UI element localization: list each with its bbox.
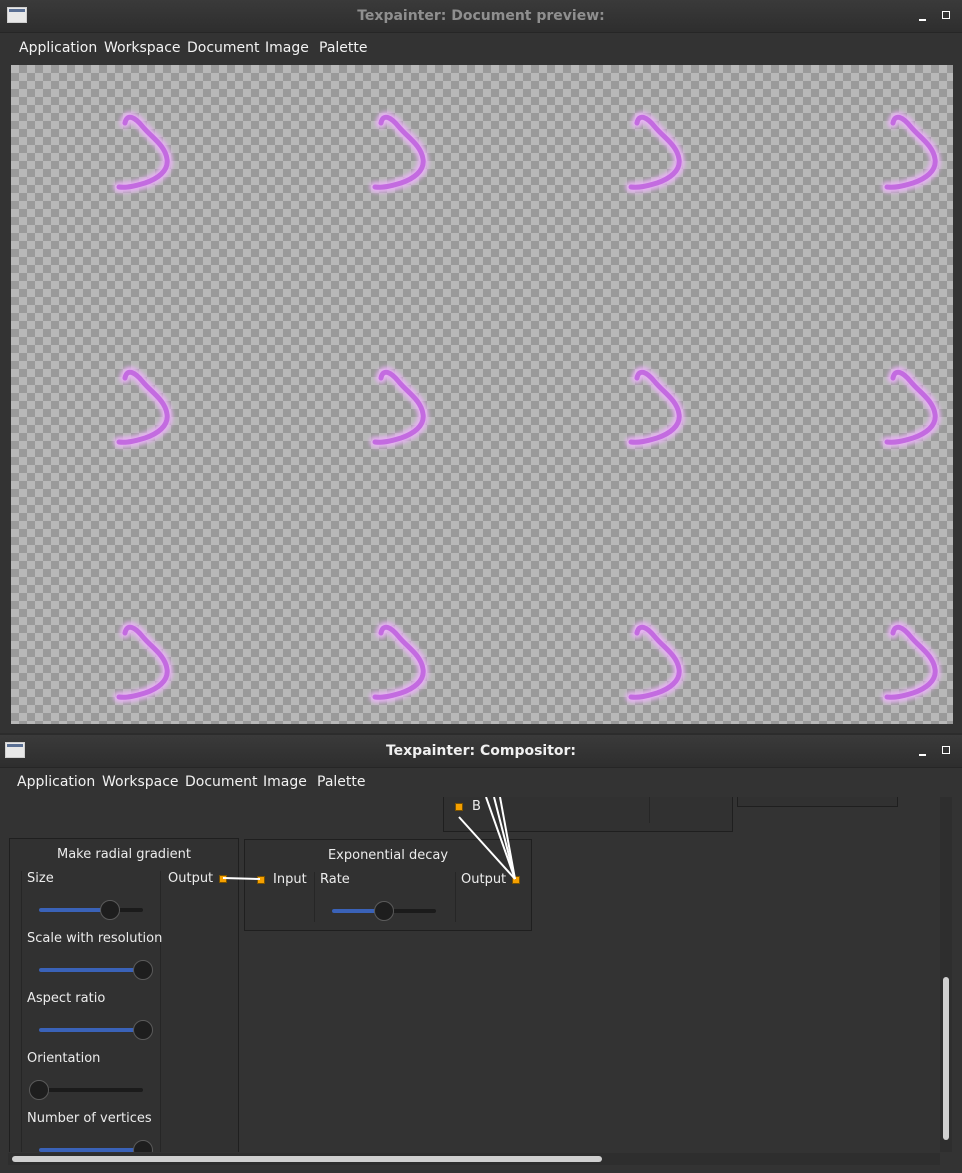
stroke-mark: [631, 627, 679, 697]
stroke-mark: [631, 372, 679, 442]
vertical-scrollbar[interactable]: [940, 797, 952, 1152]
menu-image[interactable]: Image: [263, 767, 307, 797]
menu-application[interactable]: Application: [17, 767, 95, 797]
tiled-texture: [11, 65, 953, 724]
vertical-scroll-thumb[interactable]: [943, 977, 949, 1140]
wire-decay-out: [485, 797, 516, 880]
horizontal-scrollbar[interactable]: [8, 1153, 940, 1165]
document-preview-window: Texpainter: Document preview: Applicatio…: [0, 0, 962, 733]
document-preview-canvas[interactable]: [11, 65, 953, 724]
menu-palette[interactable]: Palette: [317, 767, 366, 797]
compositor-window-title: Texpainter: Compositor:: [385, 743, 577, 759]
menu-image[interactable]: Image: [265, 33, 309, 63]
menu-workspace[interactable]: Workspace: [102, 767, 179, 797]
minimize-icon[interactable]: [917, 8, 931, 22]
connection-wires: [222, 797, 516, 880]
menu-palette[interactable]: Palette: [319, 33, 368, 63]
stroke-mark: [119, 117, 167, 187]
preview-menubar: Application Workspace Document Image Pal…: [0, 33, 962, 63]
stroke-mark: [631, 117, 679, 187]
wire-decay-out: [499, 797, 516, 880]
stroke-mark: [887, 117, 935, 187]
compositor-menubar: Application Workspace Document Image Pal…: [0, 767, 962, 797]
menu-document[interactable]: Document: [185, 767, 258, 797]
stroke-mark: [375, 117, 423, 187]
menu-application[interactable]: Application: [19, 33, 97, 63]
wire-gradient-to-decay: [222, 877, 261, 880]
stroke-mark: [375, 372, 423, 442]
stroke-mark: [887, 627, 935, 697]
stroke-mark: [887, 372, 935, 442]
menu-document[interactable]: Document: [187, 33, 260, 63]
stroke-mark: [375, 627, 423, 697]
horizontal-scroll-thumb[interactable]: [12, 1156, 602, 1162]
stroke-mark: [119, 627, 167, 697]
maximize-icon[interactable]: [939, 743, 953, 757]
compositor-titlebar[interactable]: Texpainter: Compositor:: [0, 735, 962, 768]
preview-titlebar[interactable]: Texpainter: Document preview:: [0, 0, 962, 33]
menu-workspace[interactable]: Workspace: [104, 33, 181, 63]
compositor-canvas[interactable]: B Make radial gradient Output Size Scale…: [0, 797, 940, 1152]
maximize-icon[interactable]: [939, 8, 953, 22]
stroke-mark: [119, 372, 167, 442]
preview-window-title: Texpainter: Document preview:: [357, 8, 605, 24]
minimize-icon[interactable]: [917, 743, 931, 757]
